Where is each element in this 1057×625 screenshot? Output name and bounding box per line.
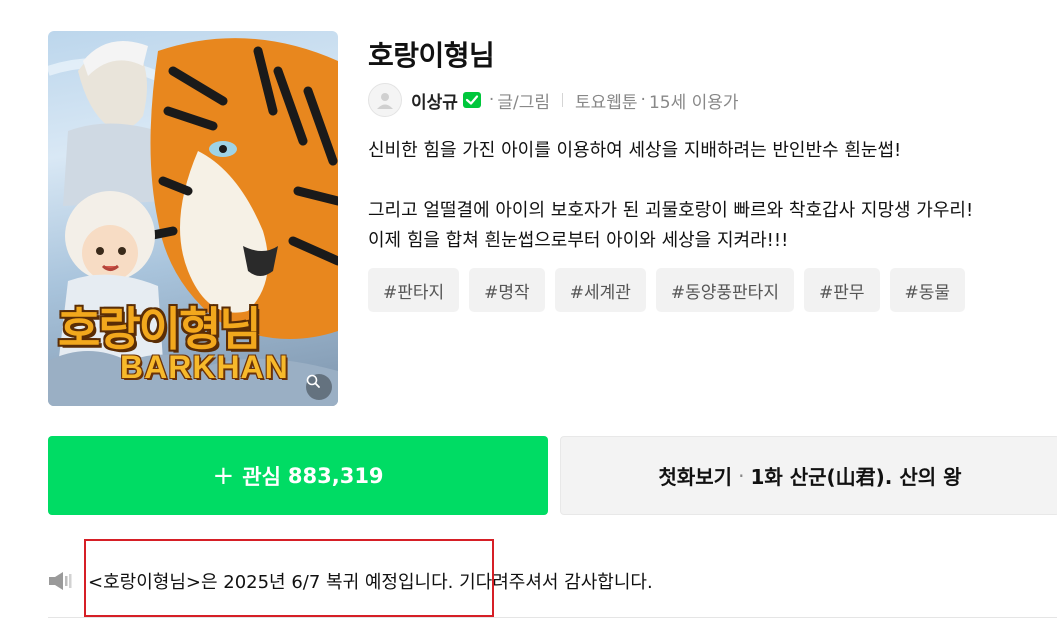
synopsis-line-1: 신비한 힘을 가진 아이를 이용하여 세상을 지배하려는 반인반수 흰눈썹!	[368, 140, 902, 161]
verified-check-icon	[462, 91, 482, 109]
speaker-icon	[48, 570, 74, 592]
age-rating: 15세 이용가	[648, 92, 739, 113]
webtoon-meta: 이상규 · 글/그림 토요웹툰 · 15세 이용가	[368, 83, 739, 117]
tag-masterpiece[interactable]: #명작	[469, 268, 545, 312]
tag-martial-fantasy[interactable]: #판무	[803, 268, 880, 312]
synopsis-line-3: 이제 힘을 합쳐 흰눈썹으로부터 아이와 세상을 지켜라!!!	[368, 230, 789, 251]
first-episode-button[interactable]: 첫화보기 · 1화 산군(山君). 산의 왕	[560, 436, 1057, 515]
page-title: 호랑이형님	[368, 39, 495, 72]
user-icon	[377, 93, 393, 109]
first-episode-label: 첫화보기	[658, 465, 733, 489]
author-role: 글/그림	[497, 92, 550, 113]
tag-fantasy[interactable]: #판타지	[368, 268, 460, 312]
favorite-button[interactable]: + 관심 883,319	[48, 436, 548, 515]
tag-list: #판타지 #명작 #세계관 #동양풍판타지 #판무 #동물	[368, 268, 966, 312]
search-icon	[306, 374, 320, 388]
synopsis: 신비한 힘을 가진 아이를 이용하여 세상을 지배하려는 반인반수 흰눈썹! 그…	[368, 136, 1048, 256]
tag-worldbuilding[interactable]: #세계관	[554, 268, 646, 312]
synopsis-line-2: 그리고 얼떨결에 아이의 보호자가 된 괴물호랑이 빠르와 착호갑사 지망생 가…	[368, 200, 974, 221]
favorite-count: 883,319	[287, 463, 384, 488]
cover-zoom-button[interactable]	[306, 374, 332, 400]
first-episode-title: 1화 산군(山君). 산의 왕	[750, 465, 962, 489]
section-divider	[48, 617, 1057, 618]
plus-icon: +	[212, 460, 235, 491]
author-avatar[interactable]	[368, 83, 402, 117]
cover-title-english: BARKHAN	[120, 349, 289, 385]
author-name[interactable]: 이상규	[411, 88, 458, 113]
meta-divider	[561, 93, 563, 107]
cover-image[interactable]: 호랑이형님 BARKHAN	[48, 31, 338, 406]
first-episode-separator: ·	[738, 463, 745, 488]
tag-oriental-fantasy[interactable]: #동양풍판타지	[655, 268, 794, 312]
tag-animal[interactable]: #동물	[889, 268, 966, 312]
notice-banner[interactable]: <호랑이형님>은 2025년 6/7 복귀 예정입니다. 기다려주셔서 감사합니…	[48, 566, 653, 596]
meta-separator: ·	[488, 90, 495, 110]
meta-separator-2: ·	[640, 90, 646, 110]
favorite-label: 관심	[242, 464, 281, 489]
publish-day[interactable]: 토요웹툰	[575, 88, 638, 113]
notice-text: <호랑이형님>은 2025년 6/7 복귀 예정입니다. 기다려주셔서 감사합니…	[88, 572, 653, 593]
